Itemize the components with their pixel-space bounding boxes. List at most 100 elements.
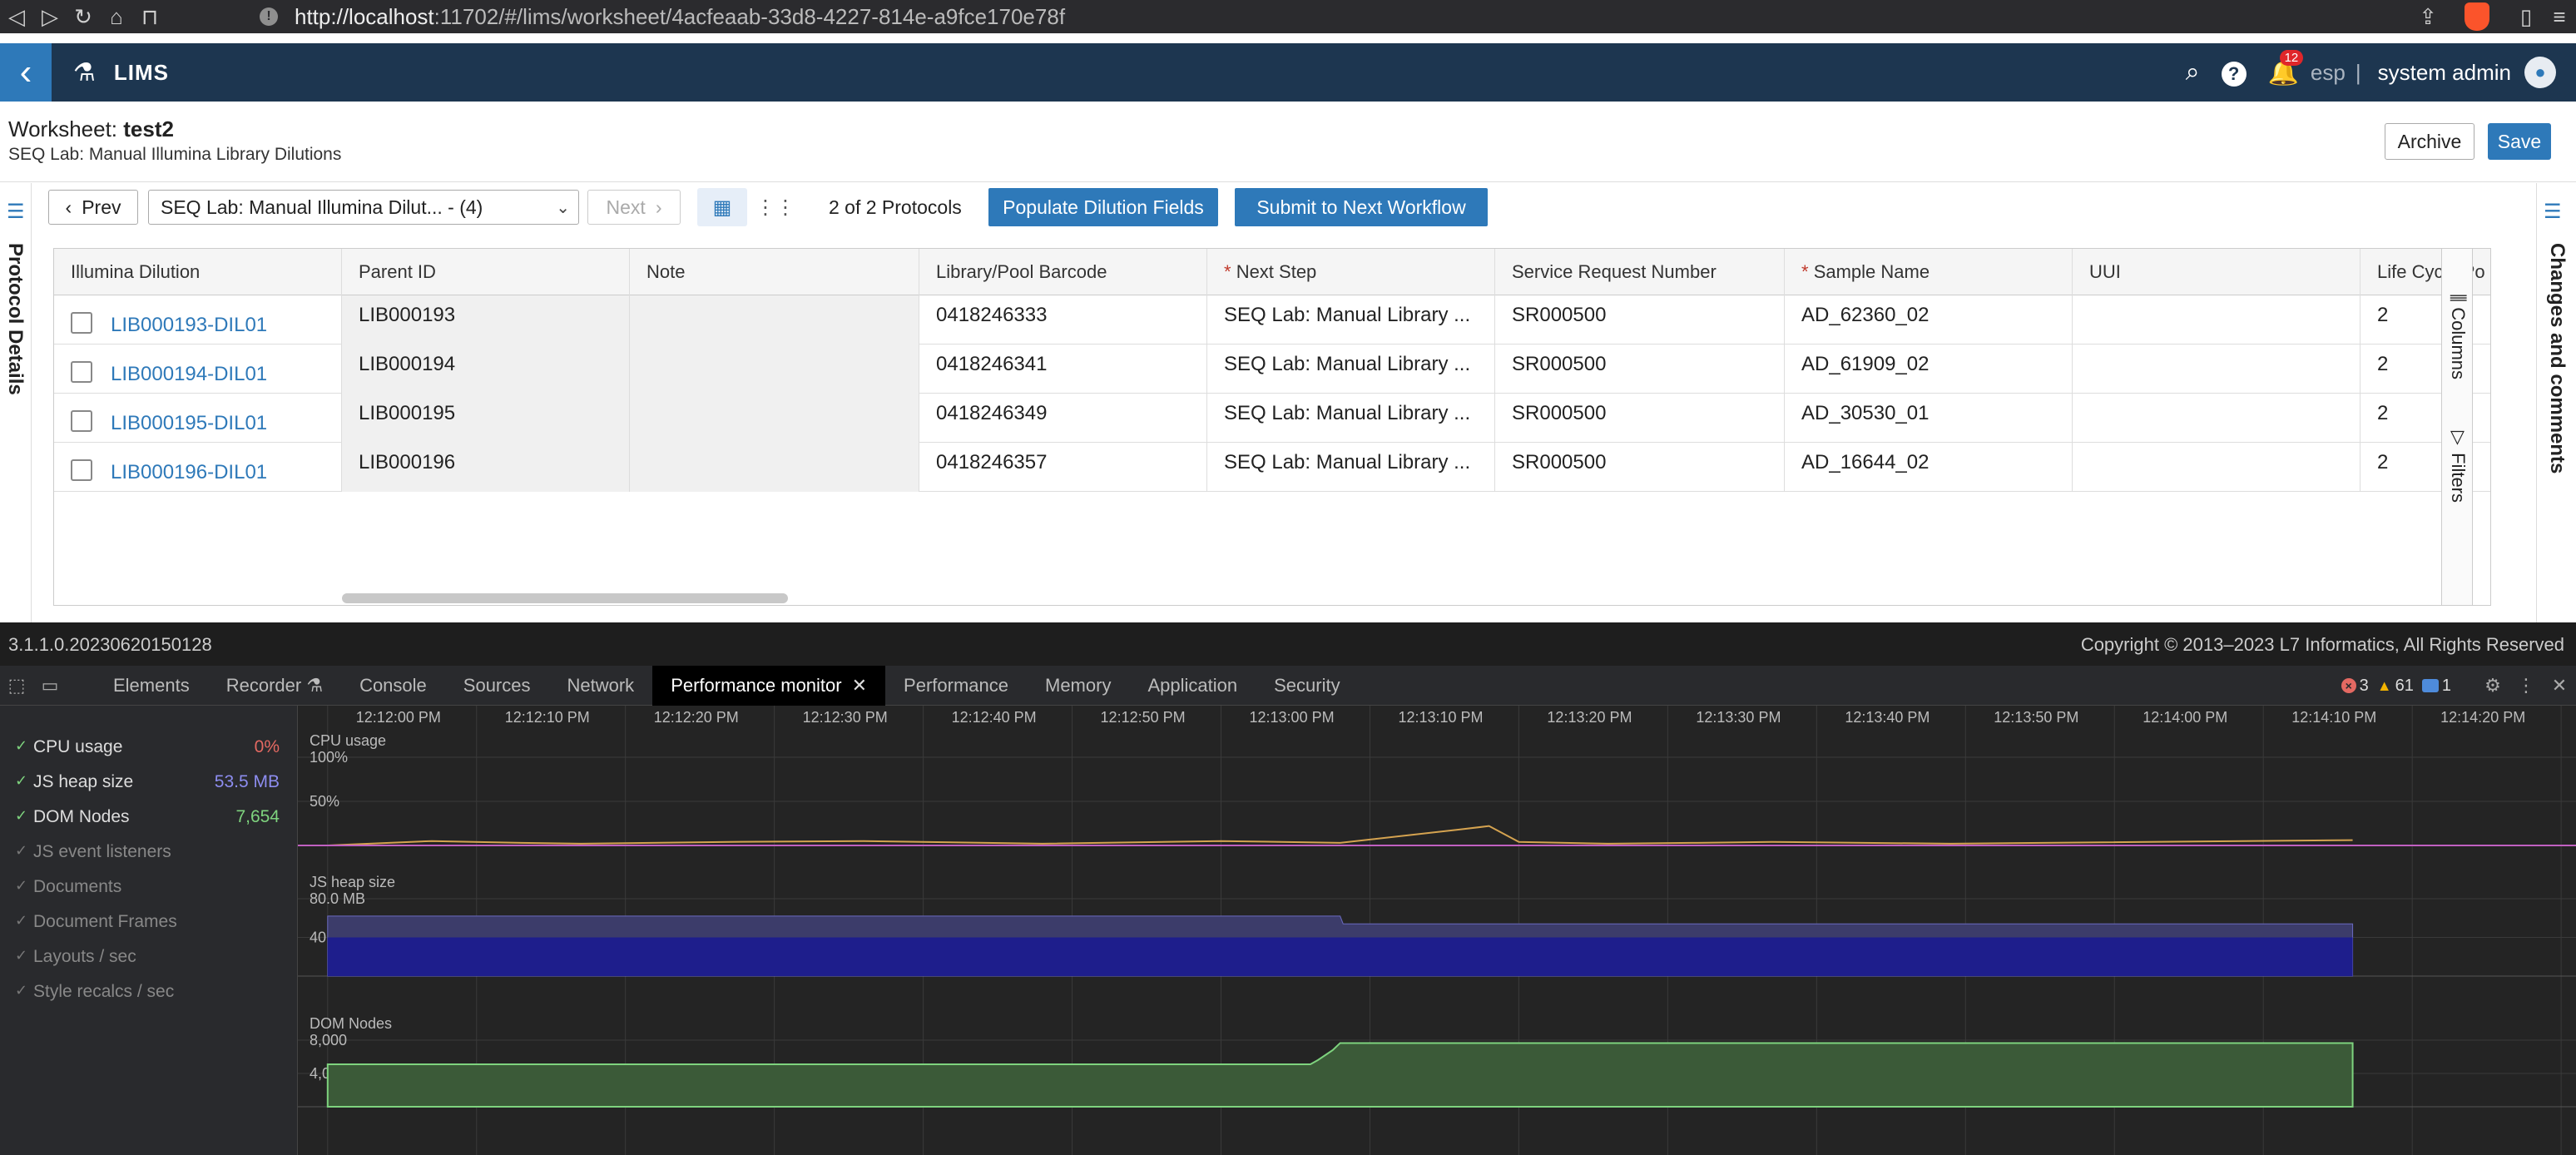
cell-id[interactable]: LIB000194-DIL01 [54,345,342,394]
cell-id[interactable]: LIB000196-DIL01 [54,443,342,492]
tab-elements[interactable]: Elements [95,666,208,706]
submit-workflow-button[interactable]: Submit to Next Workflow [1235,188,1488,226]
cell-next-step[interactable]: SEQ Lab: Manual Library ... [1207,345,1495,394]
metric-toggle[interactable]: ✓ JS heap size 53.5 MB [0,764,298,799]
populate-dilution-button[interactable]: Populate Dilution Fields [988,188,1218,226]
tab-memory[interactable]: Memory [1027,666,1129,706]
metric-toggle[interactable]: ✓ JS event listeners [0,834,298,869]
close-devtools-icon[interactable]: ✕ [2543,675,2576,696]
home-icon[interactable]: ⌂ [100,0,133,33]
filters-panel-button[interactable]: ▽ Filters [2447,427,2469,503]
tab-security[interactable]: Security [1256,666,1358,706]
tab-recorder[interactable]: Recorder ⚗ [208,666,341,706]
cell-parent[interactable]: LIB000194 [342,345,630,394]
prev-button[interactable]: ‹ Prev [48,190,138,225]
cell-next-step[interactable]: SEQ Lab: Manual Library ... [1207,443,1495,492]
close-icon[interactable]: ✕ [852,675,867,696]
brave-shield-icon[interactable] [2465,2,2489,31]
table-row[interactable]: LIB000193-DIL01 LIB000193 0418246333 SEQ La… [54,295,2490,345]
settings-icon[interactable]: ⚙ [2476,675,2509,696]
metric-toggle[interactable]: ✓ CPU usage 0% [0,729,298,764]
cell-parent[interactable]: LIB000196 [342,443,630,492]
language-selector[interactable]: esp [2311,60,2346,86]
cell-srn[interactable]: SR000500 [1495,394,1785,443]
table-row[interactable]: LIB000195-DIL01 LIB000195 0418246349 SEQ La… [54,394,2490,443]
cell-barcode[interactable]: 0418246341 [919,345,1207,394]
row-checkbox[interactable] [71,361,92,383]
list-view-toggle[interactable]: ▦ [697,188,747,226]
column-header[interactable]: Service Request Number [1495,249,1785,295]
column-header[interactable]: Library/Pool Barcode [919,249,1207,295]
cell-uui[interactable] [2073,394,2361,443]
dilution-link[interactable]: LIB000195-DIL01 [111,404,267,443]
tab-performance-monitor[interactable]: Performance monitor ✕ [652,665,886,706]
dilution-link[interactable]: LIB000193-DIL01 [111,305,267,345]
row-checkbox[interactable] [71,459,92,481]
cell-uui[interactable] [2073,345,2361,394]
cell-srn[interactable]: SR000500 [1495,345,1785,394]
next-button[interactable]: Next › [587,190,681,225]
cell-note[interactable] [630,394,919,443]
changes-comments-label[interactable]: Changes and comments [2545,243,2569,473]
dilution-link[interactable]: LIB000194-DIL01 [111,354,267,394]
archive-button[interactable]: Archive [2385,123,2474,160]
protocol-select[interactable]: SEQ Lab: Manual Illumina Dilut... - (4) ⌄ [148,190,579,225]
row-checkbox[interactable] [71,410,92,432]
cell-srn[interactable]: SR000500 [1495,443,1785,492]
bookmark-icon[interactable]: ⊓ [133,0,166,33]
address-bar[interactable]: ! http://localhost:11702/#/lims/workshee… [246,2,2435,32]
help-icon[interactable]: ? [2221,58,2247,87]
metric-toggle[interactable]: ✓ Documents [0,869,298,904]
search-icon[interactable]: ⌕ [2186,58,2200,87]
column-header[interactable]: Note [630,249,919,295]
columns-panel-button[interactable]: ⫼ Columns [2447,294,2469,379]
sidebar-toggle-icon[interactable]: ▯ [2509,0,2543,33]
cell-sample[interactable]: AD_62360_02 [1785,295,2073,345]
column-header[interactable]: Illumina Dilution [54,249,342,295]
cell-srn[interactable]: SR000500 [1495,295,1785,345]
cell-note[interactable] [630,443,919,492]
device-toolbar-icon[interactable]: ▭ [33,675,67,696]
reload-icon[interactable]: ↻ [67,0,100,33]
cell-sample[interactable]: AD_30530_01 [1785,394,2073,443]
cell-note[interactable] [630,345,919,394]
tab-network[interactable]: Network [549,666,653,706]
protocol-details-panel[interactable]: ☰ Protocol Details [0,183,32,622]
cell-uui[interactable] [2073,295,2361,345]
message-count[interactable]: 1 [2421,677,2451,696]
user-name[interactable]: system admin [2378,60,2511,86]
row-checkbox[interactable] [71,312,92,334]
metric-toggle[interactable]: ✓ DOM Nodes 7,654 [0,799,298,834]
cell-id[interactable]: LIB000193-DIL01 [54,295,342,345]
list-icon[interactable]: ☰ [2544,200,2562,224]
menu-icon[interactable]: ≡ [2543,0,2576,33]
cell-note[interactable] [630,295,919,345]
changes-comments-panel[interactable]: ☰ Changes and comments [2536,183,2576,622]
site-info-icon[interactable]: ! [260,7,278,26]
metric-toggle[interactable]: ✓ Style recalcs / sec [0,974,298,1009]
metric-toggle[interactable]: ✓ Document Frames [0,904,298,939]
cell-next-step[interactable]: SEQ Lab: Manual Library ... [1207,394,1495,443]
more-options-icon[interactable]: ⋮ [2509,675,2543,696]
inspect-element-icon[interactable]: ⬚ [0,675,33,696]
protocol-details-label[interactable]: Protocol Details [3,243,27,395]
column-header[interactable]: * Sample Name [1785,249,2073,295]
error-count[interactable]: × 3 [2341,677,2369,696]
cell-parent[interactable]: LIB000193 [342,295,630,345]
table-row[interactable]: LIB000194-DIL01 LIB000194 0418246341 SEQ La… [54,345,2490,394]
save-button[interactable]: Save [2488,123,2551,160]
table-row[interactable]: LIB000196-DIL01 LIB000196 0418246357 SEQ La… [54,443,2490,492]
cell-sample[interactable]: AD_61909_02 [1785,345,2073,394]
metric-toggle[interactable]: ✓ Layouts / sec [0,939,298,974]
horizontal-scrollbar[interactable] [342,593,788,603]
dilution-link[interactable]: LIB000196-DIL01 [111,453,267,492]
tab-console[interactable]: Console [341,666,445,706]
tab-performance[interactable]: Performance [885,666,1027,706]
grid-view-toggle[interactable]: ⋮⋮ [751,188,800,226]
forward-icon[interactable]: ▷ [33,0,67,33]
cell-id[interactable]: LIB000195-DIL01 [54,394,342,443]
tab-sources[interactable]: Sources [445,666,549,706]
tab-application[interactable]: Application [1129,666,1256,706]
column-header[interactable]: * Next Step [1207,249,1495,295]
collapse-nav-button[interactable]: ‹ [0,43,52,102]
